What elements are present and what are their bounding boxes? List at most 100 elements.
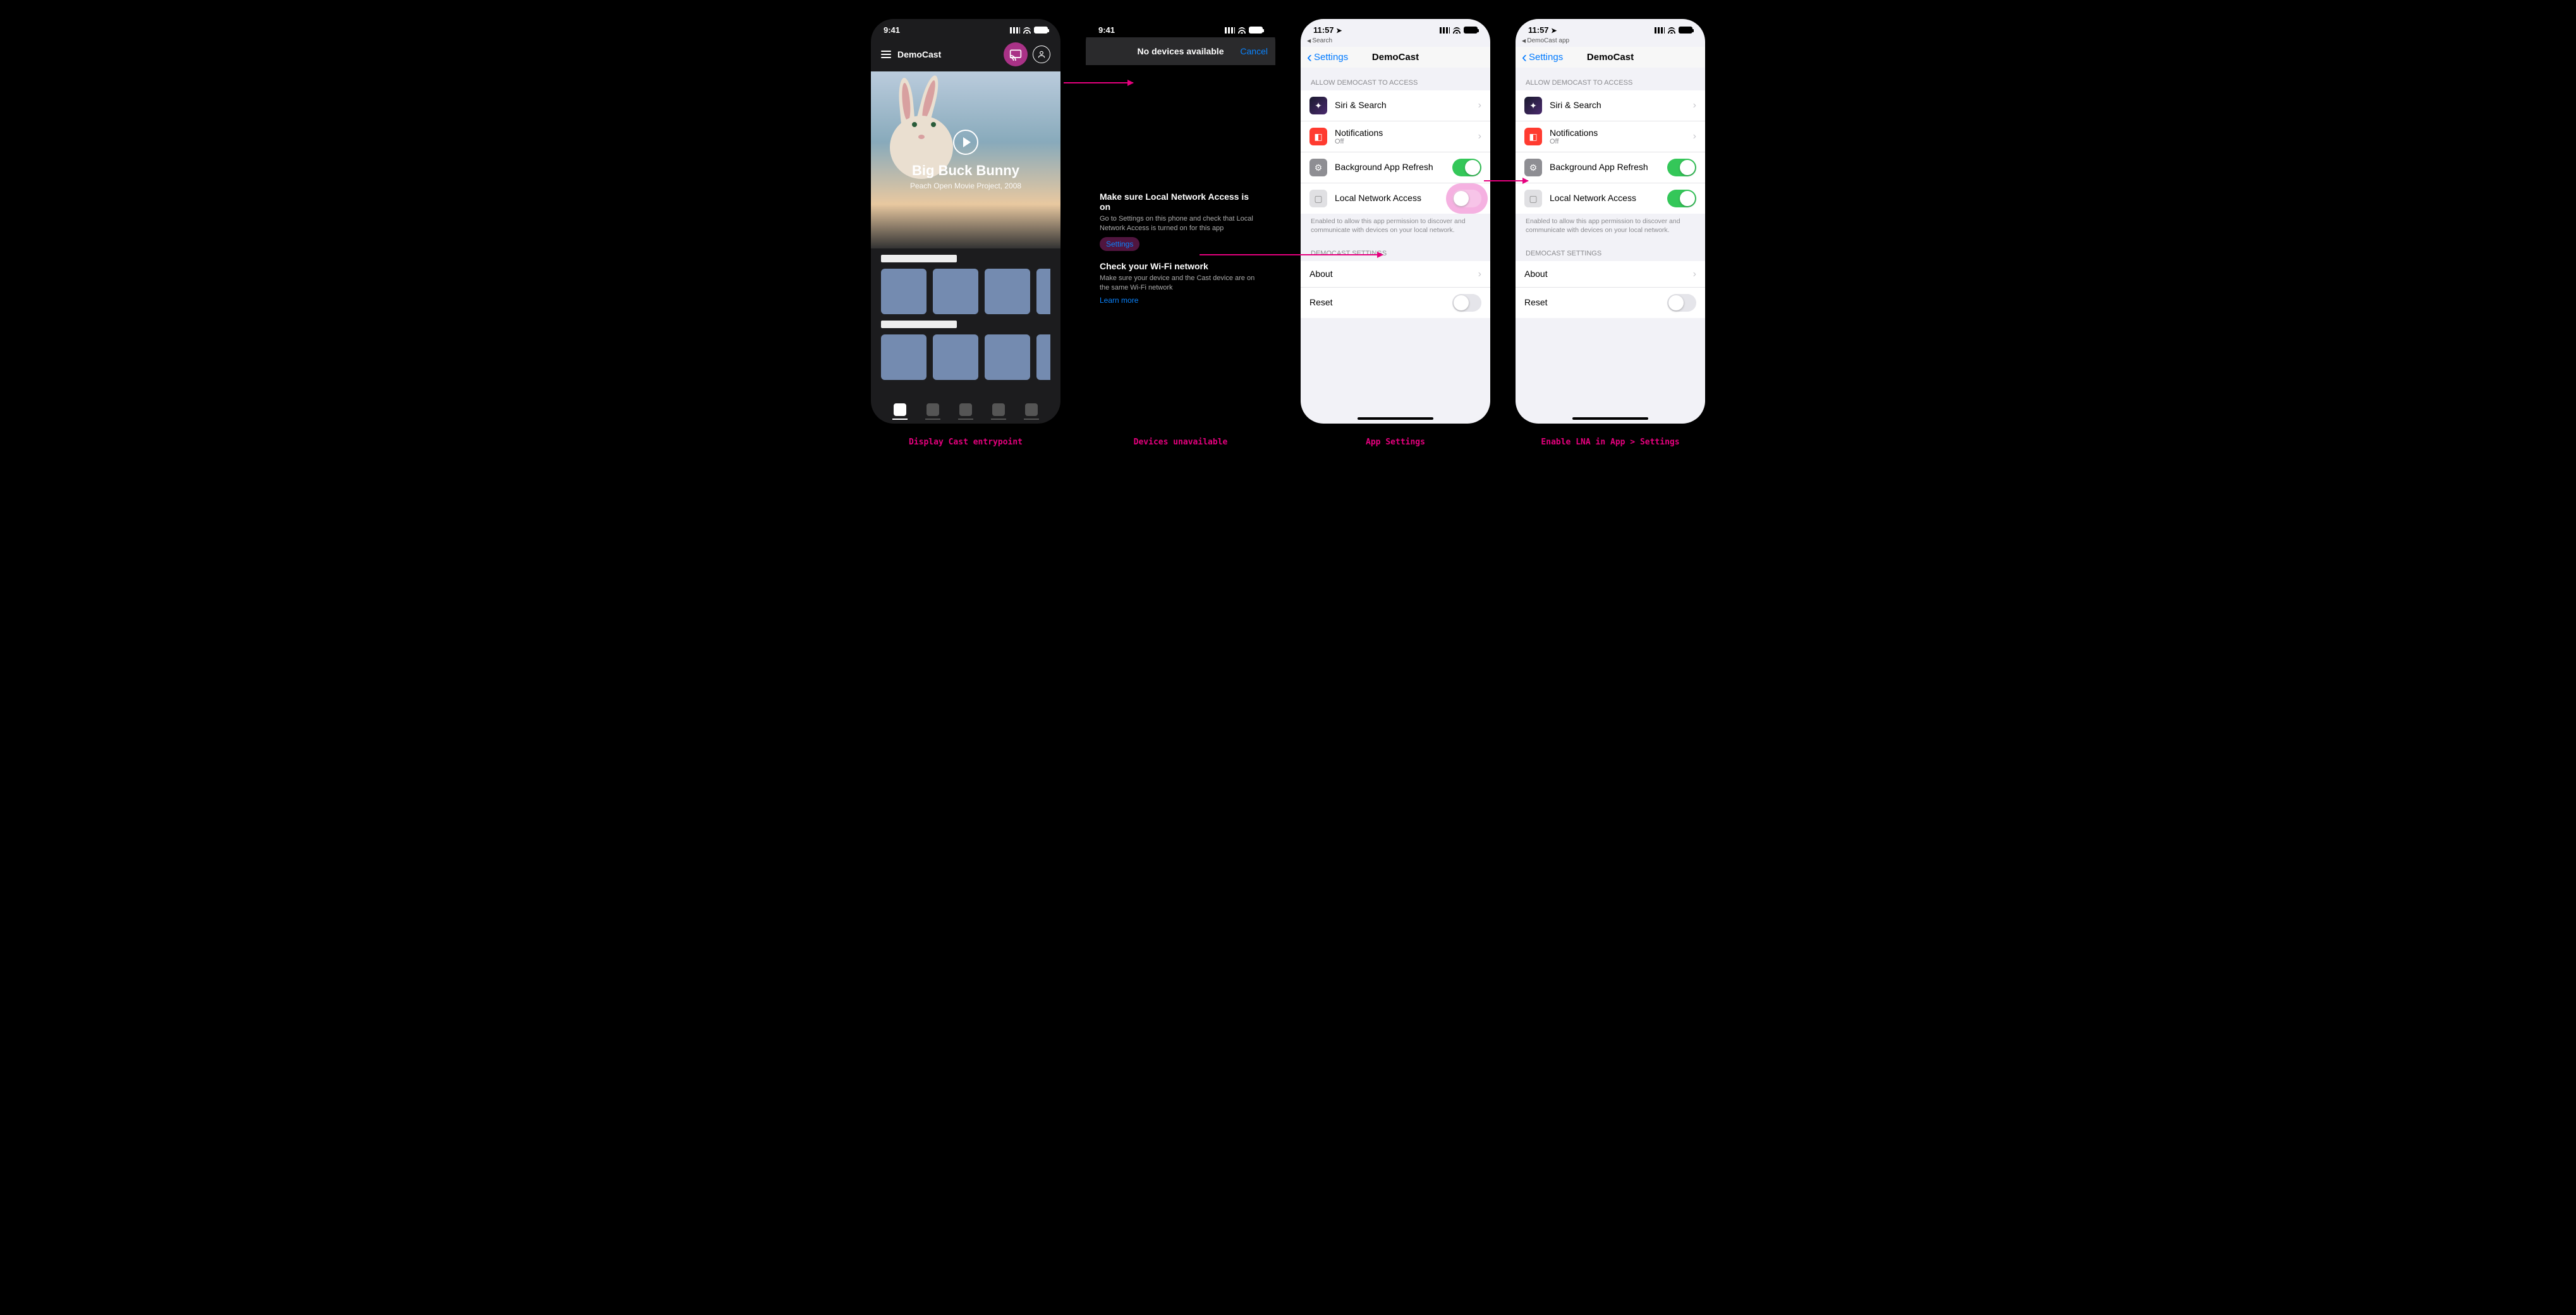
- lna-toggle[interactable]: [1667, 190, 1696, 207]
- row-label: About: [1524, 269, 1548, 279]
- row-label: Local Network Access: [1335, 193, 1421, 203]
- hero-title: Big Buck Bunny: [912, 162, 1019, 179]
- content-tile[interactable]: [985, 334, 1030, 380]
- flow-arrow-icon: [1484, 180, 1528, 181]
- row-lna: ▢ Local Network Access: [1301, 183, 1490, 214]
- chevron-right-icon: ›: [1693, 269, 1696, 280]
- status-time: 9:41: [1098, 25, 1115, 35]
- row-notifications[interactable]: ◧ Notifications Off ›: [1516, 121, 1705, 152]
- chevron-right-icon: ›: [1478, 269, 1481, 280]
- content-tile[interactable]: [933, 334, 978, 380]
- content-tile[interactable]: [933, 269, 978, 314]
- lna-footnote: Enabled to allow this app permission to …: [1516, 214, 1705, 238]
- hero-subtitle: Peach Open Movie Project, 2008: [910, 181, 1021, 190]
- nav-title: DemoCast: [1516, 52, 1705, 63]
- row-sublabel: Off: [1550, 138, 1686, 145]
- gear-icon: ⚙: [1524, 159, 1542, 176]
- breadcrumb[interactable]: DemoCast app: [1516, 37, 1705, 47]
- row-siri[interactable]: ✦ Siri & Search ›: [1516, 90, 1705, 121]
- wifi-icon: [1023, 27, 1031, 34]
- row-label: Reset: [1309, 297, 1333, 307]
- nav-header: Settings DemoCast: [1301, 47, 1490, 68]
- bg-refresh-toggle[interactable]: [1667, 159, 1696, 176]
- nav-header: Settings DemoCast: [1516, 47, 1705, 68]
- phone-democast-app: 9:41 DemoCast: [871, 19, 1060, 424]
- help-content: Make sure Local Network Access is on Go …: [1086, 192, 1275, 305]
- row-siri[interactable]: ✦ Siri & Search ›: [1301, 90, 1490, 121]
- row-about[interactable]: About ›: [1516, 261, 1705, 288]
- row-bg-refresh: ⚙ Background App Refresh: [1301, 152, 1490, 183]
- tab-item[interactable]: [959, 403, 972, 416]
- cast-icon[interactable]: [1004, 42, 1028, 66]
- chevron-right-icon: ›: [1478, 100, 1481, 111]
- reset-toggle[interactable]: [1667, 294, 1696, 312]
- phone-app-settings-after: 11:57 ➤ DemoCast app Settings DemoCast A…: [1516, 19, 1705, 424]
- section-title-placeholder: [881, 255, 957, 262]
- content-tile[interactable]: [881, 334, 927, 380]
- status-time: 9:41: [884, 25, 900, 35]
- bg-refresh-toggle[interactable]: [1452, 159, 1481, 176]
- tab-item[interactable]: [927, 403, 939, 416]
- lna-toggle[interactable]: [1452, 190, 1481, 207]
- row-lna: ▢ Local Network Access: [1516, 183, 1705, 214]
- row-label: Local Network Access: [1550, 193, 1636, 203]
- row-sublabel: Off: [1335, 138, 1471, 145]
- help-heading-wifi: Check your Wi-Fi network: [1100, 261, 1261, 271]
- row-label: About: [1309, 269, 1333, 279]
- status-bar: 9:41: [1086, 19, 1275, 37]
- content-tile[interactable]: [1036, 334, 1050, 380]
- cancel-button[interactable]: Cancel: [1240, 46, 1268, 56]
- row-label: Siri & Search: [1550, 100, 1601, 110]
- caption-2: Devices unavailable: [1134, 437, 1228, 447]
- group-header-app: DEMOCAST SETTINGS: [1516, 238, 1705, 261]
- help-body-lna: Go to Settings on this phone and check t…: [1100, 214, 1261, 233]
- tab-item[interactable]: [992, 403, 1005, 416]
- play-button[interactable]: [953, 130, 978, 155]
- tab-item[interactable]: [1025, 403, 1038, 416]
- tab-item[interactable]: [894, 403, 906, 416]
- group-header-access: ALLOW DEMOCAST TO ACCESS: [1301, 68, 1490, 90]
- chevron-right-icon: ›: [1478, 131, 1481, 142]
- row-reset: Reset: [1516, 288, 1705, 318]
- home-indicator[interactable]: [1358, 417, 1433, 420]
- caption-4: Enable LNA in App > Settings: [1541, 437, 1679, 447]
- phone-no-devices: 9:41 No devices available Cancel Make su…: [1086, 19, 1275, 424]
- row-reset: Reset: [1301, 288, 1490, 318]
- group-header-app: DEMOCAST SETTINGS: [1301, 238, 1490, 261]
- wifi-icon: [1452, 27, 1461, 34]
- learn-more-link[interactable]: Learn more: [1100, 296, 1138, 305]
- siri-icon: ✦: [1524, 97, 1542, 114]
- row-bg-refresh: ⚙ Background App Refresh: [1516, 152, 1705, 183]
- profile-icon[interactable]: [1033, 46, 1050, 63]
- row-label: Reset: [1524, 297, 1548, 307]
- menu-icon[interactable]: [881, 51, 891, 58]
- row-about[interactable]: About ›: [1301, 261, 1490, 288]
- status-bar: 9:41: [871, 19, 1060, 37]
- content-tile[interactable]: [881, 269, 927, 314]
- row-label: Notifications: [1550, 128, 1686, 138]
- row-label: Background App Refresh: [1550, 162, 1648, 172]
- row-notifications[interactable]: ◧ Notifications Off ›: [1301, 121, 1490, 152]
- notifications-icon: ◧: [1309, 128, 1327, 145]
- help-heading-lna: Make sure Local Network Access is on: [1100, 192, 1261, 212]
- status-time: 11:57 ➤: [1313, 25, 1342, 35]
- chevron-right-icon: ›: [1693, 131, 1696, 142]
- network-icon: ▢: [1309, 190, 1327, 207]
- wifi-icon: [1237, 27, 1246, 34]
- flow-arrow-icon: [1200, 254, 1383, 255]
- phone-app-settings-before: 11:57 ➤ Search Settings DemoCast ALLOW D…: [1301, 19, 1490, 424]
- content-tile[interactable]: [1036, 269, 1050, 314]
- settings-link[interactable]: Settings: [1100, 237, 1139, 251]
- help-body-wifi: Make sure your device and the Cast devic…: [1100, 274, 1261, 293]
- battery-icon: [1464, 27, 1478, 34]
- status-bar: 11:57 ➤: [1301, 19, 1490, 37]
- section-title-placeholder: [881, 321, 957, 328]
- breadcrumb[interactable]: Search: [1301, 37, 1490, 47]
- lna-footnote: Enabled to allow this app permission to …: [1301, 214, 1490, 238]
- home-indicator[interactable]: [1572, 417, 1648, 420]
- group-header-access: ALLOW DEMOCAST TO ACCESS: [1516, 68, 1705, 90]
- siri-icon: ✦: [1309, 97, 1327, 114]
- caption-1: Display Cast entrypoint: [909, 437, 1023, 447]
- reset-toggle[interactable]: [1452, 294, 1481, 312]
- content-tile[interactable]: [985, 269, 1030, 314]
